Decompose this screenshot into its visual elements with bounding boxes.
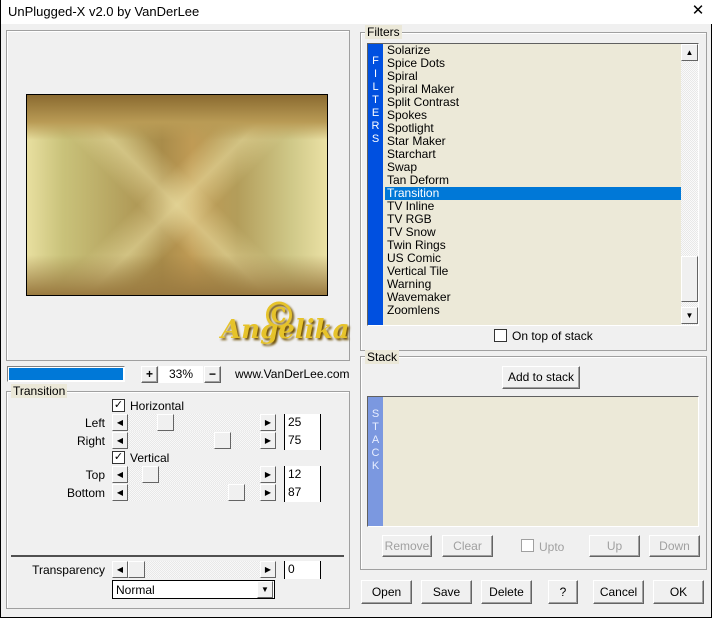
blend-mode-value: Normal: [116, 583, 155, 597]
add-to-stack-button[interactable]: Add to stack: [502, 366, 580, 389]
cancel-button[interactable]: Cancel: [593, 580, 644, 604]
left-slider[interactable]: [128, 414, 260, 431]
filter-list-scrollbar[interactable]: ▲ ▼: [681, 44, 698, 325]
top-value-input[interactable]: 12: [284, 466, 321, 484]
filter-item[interactable]: Spice Dots: [385, 57, 682, 70]
transparency-slider-thumb[interactable]: [128, 561, 145, 578]
scroll-left-icon[interactable]: ◀: [112, 414, 128, 431]
scroll-right-icon[interactable]: ▶: [260, 432, 276, 449]
transition-group-title: Transition: [11, 384, 68, 398]
transparency-label: Transparency: [32, 563, 105, 577]
divider: [11, 555, 344, 557]
watermark-logo: © Angelika: [221, 295, 350, 345]
left-label: Left: [84, 416, 105, 430]
bottom-value-input[interactable]: 87: [284, 484, 321, 502]
title-bar: UnPlugged-X v2.0 by VanDerLee ✕: [1, 0, 712, 24]
zoom-in-button[interactable]: +: [141, 366, 158, 383]
transparency-value-input[interactable]: 0: [284, 561, 321, 579]
vertical-checkbox[interactable]: ✓: [112, 451, 125, 464]
scroll-left-icon[interactable]: ◀: [112, 561, 128, 578]
filters-group-title: Filters: [365, 25, 402, 39]
ok-button[interactable]: OK: [653, 580, 704, 604]
remove-button[interactable]: Remove: [382, 535, 432, 557]
right-slider[interactable]: [128, 432, 260, 449]
preview-image[interactable]: [26, 94, 328, 296]
down-button[interactable]: Down: [649, 535, 700, 557]
close-icon[interactable]: ✕: [687, 1, 709, 21]
right-slider-thumb[interactable]: [214, 432, 231, 449]
upto-checkbox[interactable]: [521, 539, 534, 552]
vertical-label: Vertical: [130, 451, 170, 465]
top-label: Top: [85, 468, 105, 482]
up-button[interactable]: Up: [589, 535, 640, 557]
stack-strip: STACK: [368, 397, 383, 526]
top-slider[interactable]: [128, 466, 260, 483]
upto-label: Upto: [539, 540, 565, 554]
window-title: UnPlugged-X v2.0 by VanDerLee: [8, 4, 200, 19]
scroll-down-icon[interactable]: ▼: [681, 307, 698, 324]
scroll-up-icon[interactable]: ▲: [681, 44, 698, 61]
filter-list[interactable]: FILTERS Solarize Spice Dots Spiral Spiral M…: [367, 43, 699, 326]
scroll-left-icon[interactable]: ◀: [112, 432, 128, 449]
bottom-slider-thumb[interactable]: [228, 484, 245, 501]
progress-fill: [9, 368, 123, 380]
scroll-right-icon[interactable]: ▶: [260, 484, 276, 501]
scroll-right-icon[interactable]: ▶: [260, 466, 276, 483]
filter-item[interactable]: Starchart: [385, 148, 682, 161]
progress-bar: [7, 366, 125, 382]
right-value-input[interactable]: 75: [284, 432, 321, 450]
bottom-label: Bottom: [66, 486, 105, 500]
scroll-right-icon[interactable]: ▶: [260, 414, 276, 431]
horizontal-label: Horizontal: [130, 399, 185, 413]
website-link[interactable]: www.VanDerLee.com: [235, 367, 350, 381]
save-button[interactable]: Save: [421, 580, 472, 604]
bottom-slider[interactable]: [128, 484, 260, 501]
filter-item[interactable]: Zoomlens: [385, 304, 682, 317]
horizontal-checkbox[interactable]: ✓: [112, 399, 125, 412]
transparency-slider[interactable]: [128, 561, 260, 578]
blend-mode-select[interactable]: Normal ▼: [112, 580, 275, 599]
clear-button[interactable]: Clear: [442, 535, 493, 557]
delete-button[interactable]: Delete: [481, 580, 532, 604]
filter-item[interactable]: Split Contrast: [385, 96, 682, 109]
open-button[interactable]: Open: [361, 580, 412, 604]
on-top-checkbox[interactable]: [494, 329, 507, 342]
scrollbar-thumb[interactable]: [681, 256, 698, 302]
on-top-label: On top of stack: [512, 329, 593, 343]
help-button[interactable]: ?: [548, 580, 578, 604]
scroll-right-icon[interactable]: ▶: [260, 561, 276, 578]
left-value-input[interactable]: 25: [284, 414, 321, 432]
scroll-left-icon[interactable]: ◀: [112, 484, 128, 501]
top-slider-thumb[interactable]: [142, 466, 159, 483]
zoom-value: 33%: [159, 366, 203, 383]
plugin-window: UnPlugged-X v2.0 by VanDerLee ✕ © Angeli…: [0, 0, 712, 618]
left-slider-thumb[interactable]: [157, 414, 174, 431]
stack-group-title: Stack: [365, 350, 400, 364]
right-label: Right: [76, 434, 105, 448]
scroll-left-icon[interactable]: ◀: [112, 466, 128, 483]
chevron-down-icon[interactable]: ▼: [257, 581, 273, 598]
stack-list[interactable]: STACK: [367, 396, 699, 527]
filters-strip: FILTERS: [368, 44, 383, 325]
zoom-out-button[interactable]: −: [204, 366, 221, 383]
